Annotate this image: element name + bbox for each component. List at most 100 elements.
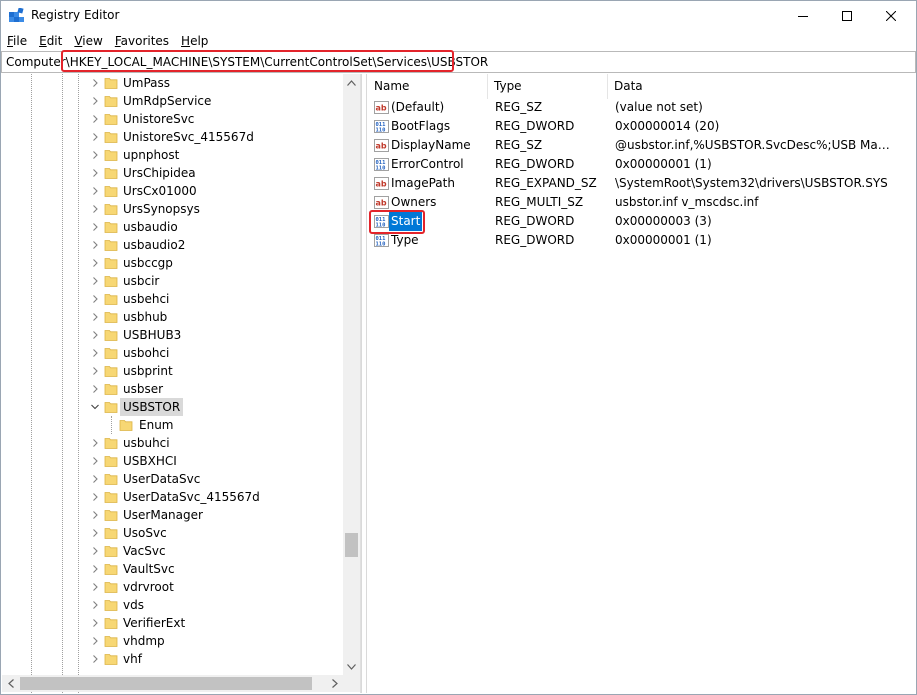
tree-item[interactable]: usbaudio <box>2 218 342 236</box>
list-row[interactable]: 011 110 Start REG_DWORD 0x00000003 (3) <box>368 212 915 231</box>
tree-item[interactable]: USBXHCI <box>2 452 342 470</box>
tree-vertical-scrollbar[interactable] <box>343 74 360 675</box>
chevron-right-icon[interactable] <box>90 383 100 395</box>
chevron-right-icon[interactable] <box>90 347 100 359</box>
list-row[interactable]: 011 110 Type REG_DWORD 0x00000001 (1) <box>368 231 915 250</box>
tree-horizontal-scrollbar[interactable] <box>2 675 343 692</box>
value-type: REG_MULTI_SZ <box>495 195 584 209</box>
chevron-right-icon[interactable] <box>90 293 100 305</box>
scroll-right-button[interactable] <box>326 675 343 692</box>
chevron-right-icon[interactable] <box>90 221 100 233</box>
list-row[interactable]: ab ImagePath REG_EXPAND_SZ \SystemRoot\Syst… <box>368 174 915 193</box>
tree-item[interactable]: UsoSvc <box>2 524 342 542</box>
tree-item[interactable]: vhdmp <box>2 632 342 650</box>
menu-help[interactable]: Help <box>176 31 213 51</box>
list-row[interactable]: ab (Default) REG_SZ (value not set) <box>368 98 915 117</box>
chevron-right-icon[interactable] <box>90 311 100 323</box>
tree-item[interactable]: vds <box>2 596 342 614</box>
folder-icon <box>104 438 118 449</box>
tree-item[interactable]: USBHUB3 <box>2 326 342 344</box>
scroll-up-button[interactable] <box>343 74 360 91</box>
chevron-right-icon[interactable] <box>90 455 100 467</box>
menu-file[interactable]: File <box>2 31 32 51</box>
tree-item[interactable]: USBSTOR <box>2 398 342 416</box>
chevron-right-icon[interactable] <box>90 599 100 611</box>
scroll-left-button[interactable] <box>2 675 19 692</box>
tree-item[interactable]: UnistoreSvc <box>2 110 342 128</box>
chevron-right-icon[interactable] <box>90 617 100 629</box>
tree-item[interactable]: usbuhci <box>2 434 342 452</box>
tree-item[interactable]: UnistoreSvc_415567d <box>2 128 342 146</box>
chevron-right-icon[interactable] <box>90 167 100 179</box>
pane-splitter[interactable] <box>361 74 367 693</box>
column-header-data[interactable]: Data <box>608 74 915 99</box>
value-list[interactable]: Name Type Data ab (Default) REG_SZ (value n… <box>368 74 915 693</box>
tree-item[interactable]: UrsSynopsys <box>2 200 342 218</box>
chevron-right-icon[interactable] <box>90 203 100 215</box>
tree-item[interactable]: usbohci <box>2 344 342 362</box>
chevron-right-icon[interactable] <box>90 257 100 269</box>
chevron-right-icon[interactable] <box>90 473 100 485</box>
tree-item[interactable]: Enum <box>2 416 342 434</box>
list-row[interactable]: ab Owners REG_MULTI_SZ usbstor.inf v_mscdsc… <box>368 193 915 212</box>
chevron-right-icon[interactable] <box>90 563 100 575</box>
chevron-right-icon[interactable] <box>90 131 100 143</box>
tree-item[interactable]: UserDataSvc_415567d <box>2 488 342 506</box>
maximize-button[interactable] <box>824 0 870 31</box>
chevron-right-icon[interactable] <box>90 329 100 341</box>
key-tree[interactable]: UmPass UmRdpService UnistoreSvc UnistoreSvc… <box>2 74 361 693</box>
chevron-down-icon[interactable] <box>90 401 100 413</box>
tree-item[interactable]: UrsCx01000 <box>2 182 342 200</box>
chevron-right-icon[interactable] <box>90 113 100 125</box>
chevron-right-icon[interactable] <box>90 491 100 503</box>
chevron-right-icon[interactable] <box>90 545 100 557</box>
tree-item[interactable]: UserDataSvc <box>2 470 342 488</box>
tree-item[interactable]: usbaudio2 <box>2 236 342 254</box>
tree-item[interactable]: VerifierExt <box>2 614 342 632</box>
tree-item[interactable]: usbhub <box>2 308 342 326</box>
chevron-right-icon[interactable] <box>90 365 100 377</box>
scroll-down-button[interactable] <box>343 658 360 675</box>
chevron-right-icon[interactable] <box>90 509 100 521</box>
scroll-thumb-horizontal[interactable] <box>20 677 312 690</box>
chevron-right-icon[interactable] <box>90 275 100 287</box>
chevron-right-icon[interactable] <box>90 185 100 197</box>
tree-item[interactable]: usbser <box>2 380 342 398</box>
minimize-button[interactable] <box>780 0 826 31</box>
chevron-right-icon[interactable] <box>90 77 100 89</box>
tree-item[interactable]: VacSvc <box>2 542 342 560</box>
chevron-right-icon[interactable] <box>90 581 100 593</box>
tree-item[interactable]: usbcir <box>2 272 342 290</box>
chevron-right-icon[interactable] <box>90 527 100 539</box>
folder-icon <box>104 456 118 467</box>
menu-favorites[interactable]: Favorites <box>110 31 174 51</box>
scroll-thumb[interactable] <box>345 533 358 557</box>
address-input[interactable]: Computer\HKEY_LOCAL_MACHINE\SYSTEM\Curre… <box>6 52 488 72</box>
tree-item[interactable]: vhf <box>2 650 342 668</box>
tree-item[interactable]: upnphost <box>2 146 342 164</box>
tree-item[interactable]: usbprint <box>2 362 342 380</box>
tree-item[interactable]: UserManager <box>2 506 342 524</box>
chevron-right-icon[interactable] <box>90 149 100 161</box>
tree-item[interactable]: usbccgp <box>2 254 342 272</box>
tree-item[interactable]: vdrvroot <box>2 578 342 596</box>
menu-edit[interactable]: Edit <box>34 31 67 51</box>
close-button[interactable] <box>868 0 914 31</box>
column-header-name[interactable]: Name <box>368 74 488 99</box>
chevron-right-icon[interactable] <box>90 239 100 251</box>
list-row[interactable]: 011 110 BootFlags REG_DWORD 0x00000014 (20) <box>368 117 915 136</box>
chevron-right-icon[interactable] <box>90 653 100 665</box>
column-header-type[interactable]: Type <box>488 74 608 99</box>
list-row[interactable]: 011 110 ErrorControl REG_DWORD 0x00000001 (1… <box>368 155 915 174</box>
tree-item[interactable]: usbehci <box>2 290 342 308</box>
list-row[interactable]: ab DisplayName REG_SZ @usbstor.inf,%USBSTOR… <box>368 136 915 155</box>
chevron-right-icon[interactable] <box>90 95 100 107</box>
menu-view[interactable]: View <box>69 31 107 51</box>
tree-item[interactable]: UmPass <box>2 74 342 92</box>
tree-item[interactable]: UrsChipidea <box>2 164 342 182</box>
tree-item[interactable]: UmRdpService <box>2 92 342 110</box>
chevron-right-icon[interactable] <box>90 437 100 449</box>
tree-item[interactable]: VaultSvc <box>2 560 342 578</box>
address-bar[interactable]: Computer\HKEY_LOCAL_MACHINE\SYSTEM\Curre… <box>1 51 916 73</box>
chevron-right-icon[interactable] <box>90 635 100 647</box>
